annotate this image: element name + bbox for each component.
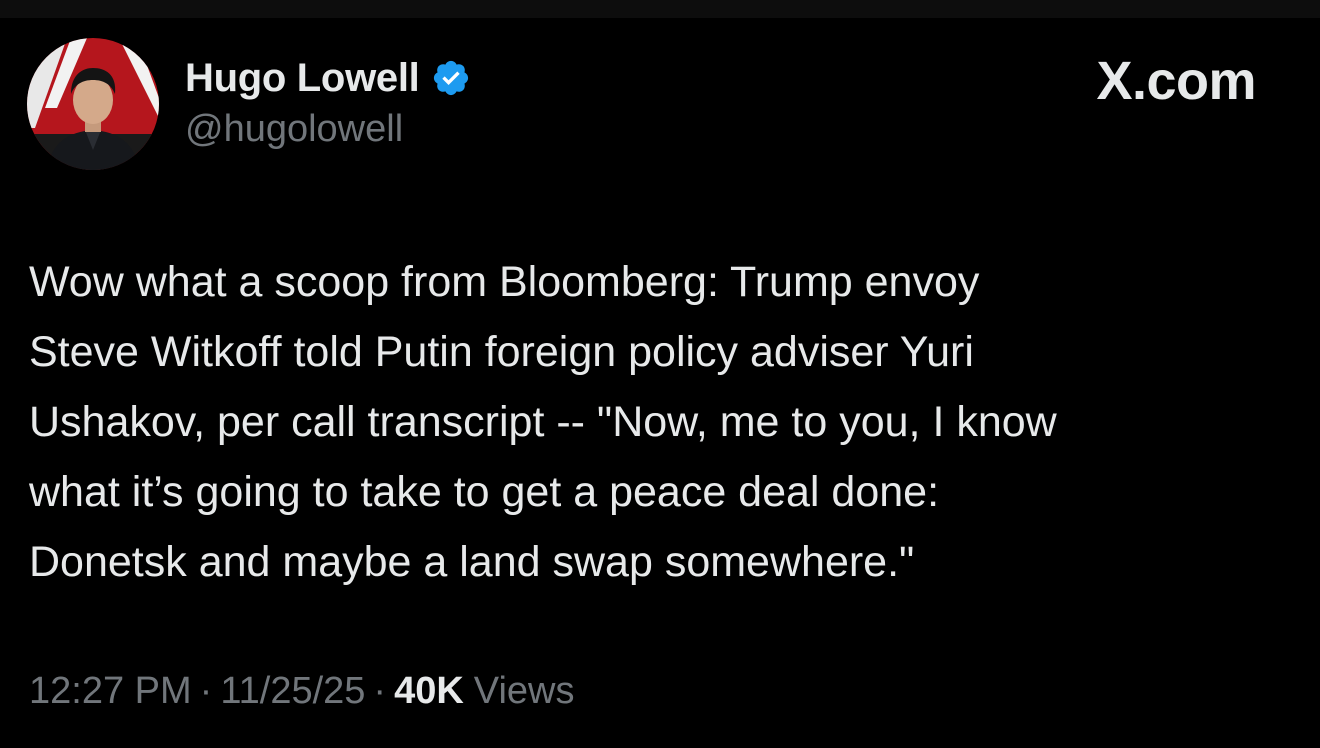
views-label[interactable]: Views (474, 670, 575, 713)
author-handle[interactable]: @hugolowell (185, 108, 403, 151)
top-strip (0, 0, 1320, 18)
tweet-time[interactable]: 12:27 PM (29, 670, 192, 713)
tweet-text-line: Steve Witkoff told Putin foreign policy … (29, 328, 974, 376)
views-count[interactable]: 40K (394, 670, 464, 713)
avatar-image (27, 38, 159, 170)
meta-separator: · (373, 670, 387, 712)
meta-separator: · (199, 670, 213, 712)
site-logo-x: X.com (1096, 51, 1256, 111)
tweet-meta: 12:27 PM · 11/25/25 · 40K Views (29, 670, 574, 713)
tweet-text-line: Wow what a scoop from Bloomberg: Trump e… (29, 258, 980, 306)
tweet-text-line: Donetsk and maybe a land swap somewhere.… (29, 538, 915, 586)
author-name[interactable]: Hugo Lowell (185, 56, 420, 101)
avatar[interactable] (27, 38, 159, 170)
tweet-text-line: Ushakov, per call transcript -- "Now, me… (29, 398, 1057, 446)
tweet-text-line: what it’s going to take to get a peace d… (29, 468, 940, 516)
tweet-date[interactable]: 11/25/25 (220, 670, 365, 713)
tweet-text: Wow what a scoop from Bloomberg: Trump e… (29, 247, 1289, 597)
author-name-row: Hugo Lowell (185, 54, 471, 102)
verified-check-icon[interactable] (431, 58, 471, 98)
